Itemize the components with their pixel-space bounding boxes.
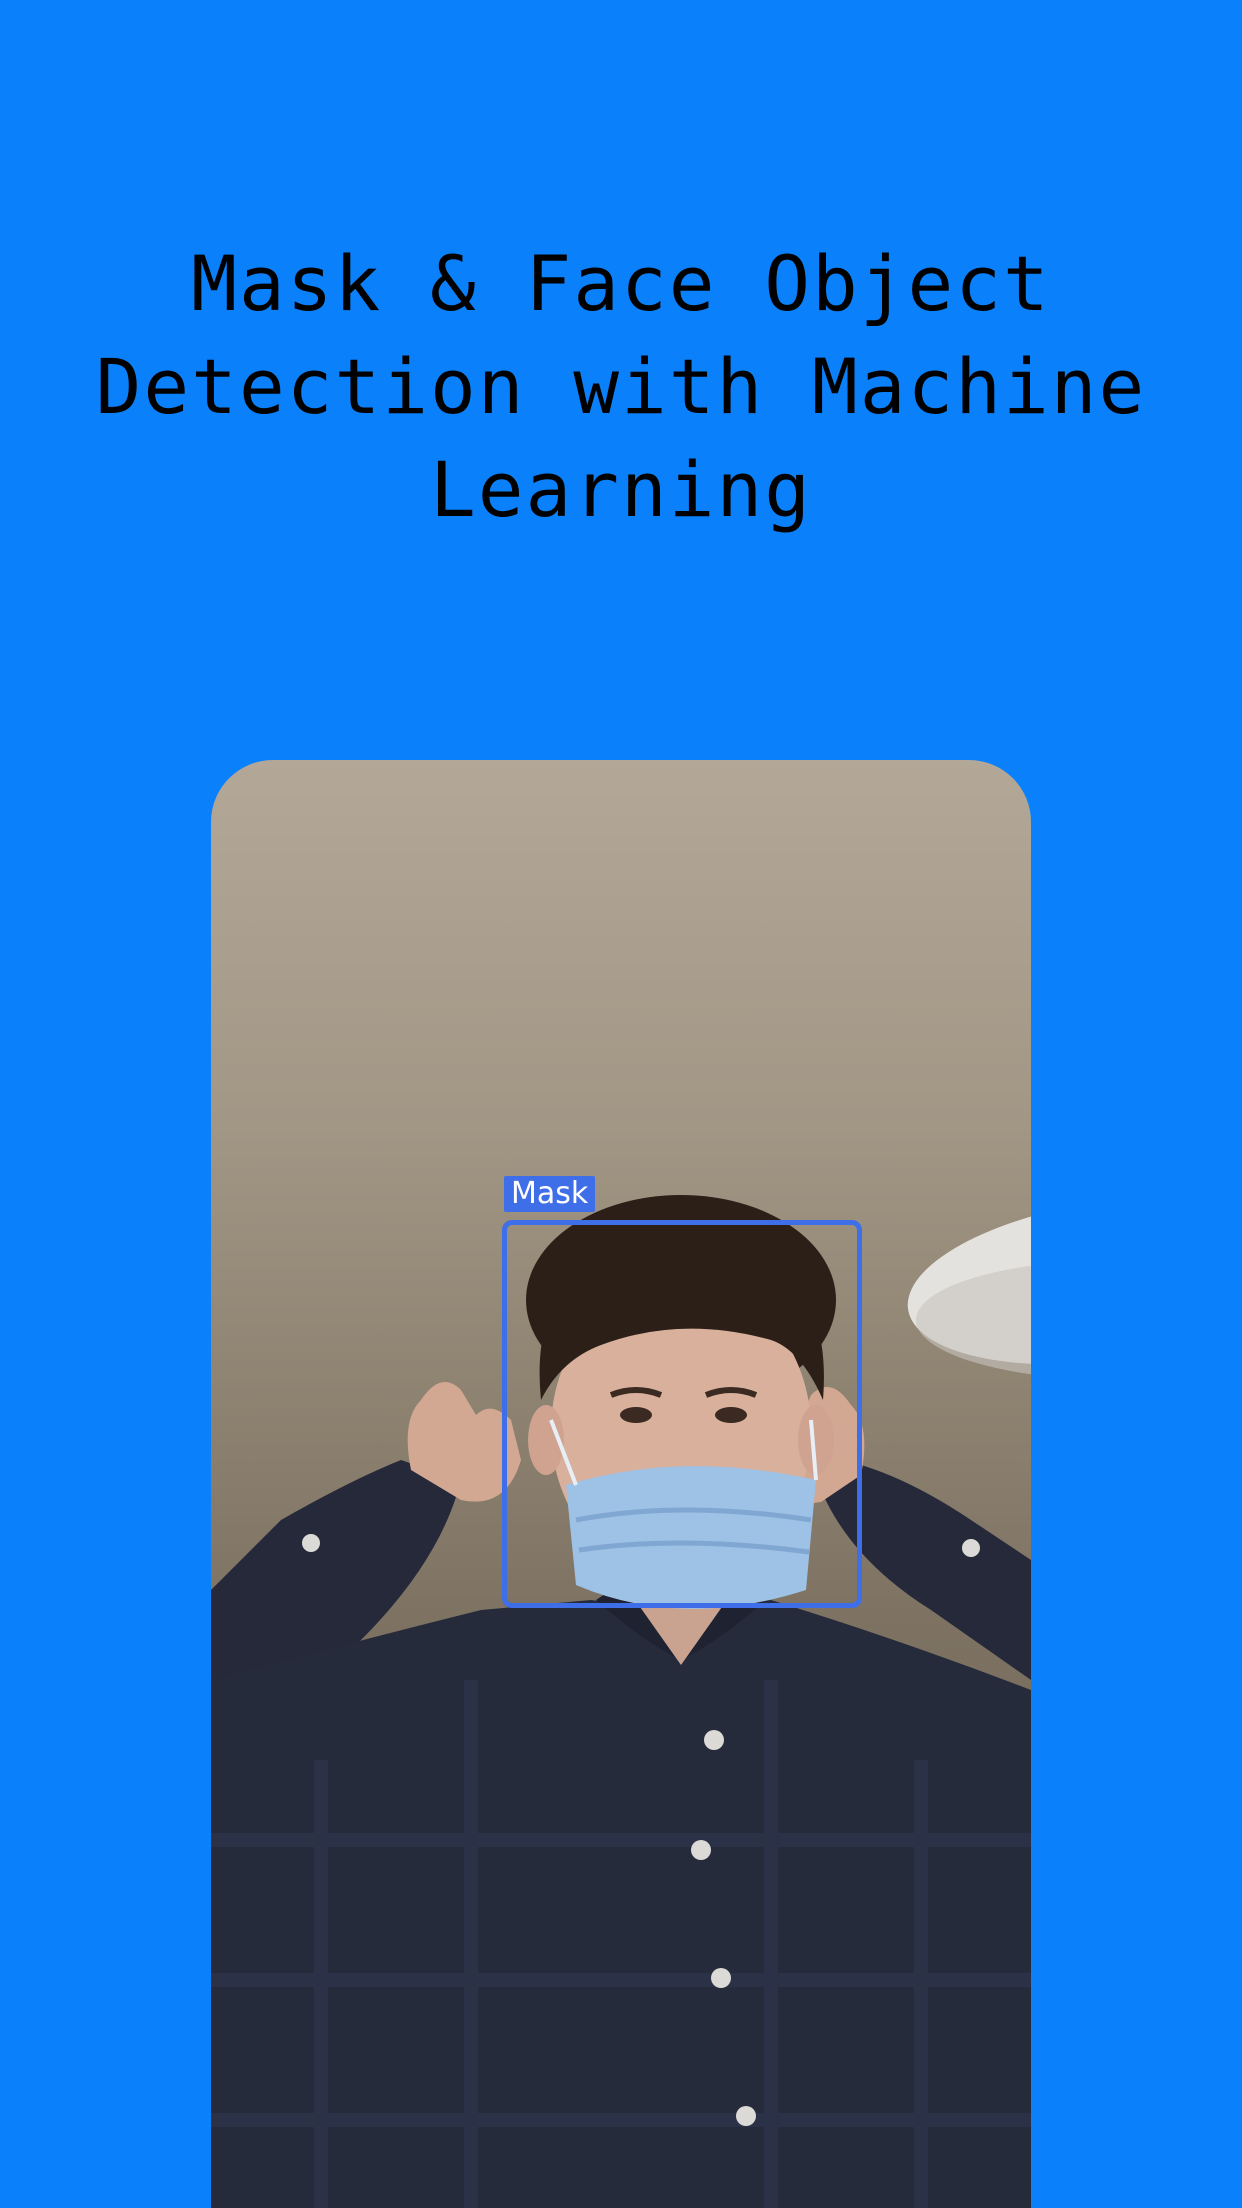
page-title: Mask & Face Object Detection with Machin… [95, 239, 1147, 534]
detection-label: Mask [504, 1176, 596, 1212]
camera-preview: Mask [211, 760, 1031, 2208]
detection-bounding-box [502, 1220, 862, 1608]
